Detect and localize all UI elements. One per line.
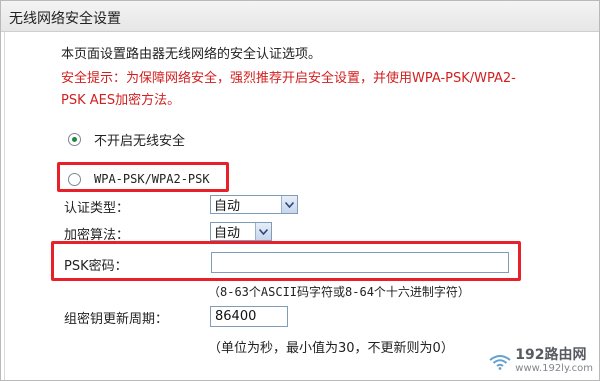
option-disable-security[interactable]: 不开启无线安全 [68, 130, 185, 149]
option-disable-security-label: 不开启无线安全 [94, 134, 186, 149]
site-watermark: 192路由网 www.192ly.com [489, 348, 593, 376]
chevron-down-icon[interactable] [255, 223, 271, 240]
wifi-icon [489, 355, 511, 370]
psk-hint: （8-63个ASCII码字符或8-64个十六进制字符） [208, 285, 470, 299]
left-divider [4, 32, 5, 380]
watermark-title: 192路由网 [515, 347, 587, 363]
encryption-select[interactable]: 自动 [210, 222, 272, 241]
chevron-down-icon[interactable] [281, 196, 297, 213]
title-bar: 无线网络安全设置 [1, 1, 599, 32]
auth-type-select[interactable]: 自动 [210, 195, 298, 214]
page-title: 无线网络安全设置 [9, 11, 121, 27]
psk-highlight [51, 241, 521, 281]
security-warning: 安全提示：为保障网络安全，强烈推荐开启安全设置，并使用WPA-PSK/WPA2-… [61, 71, 516, 108]
wpa-option-highlight [57, 162, 229, 192]
auth-type-label: 认证类型： [64, 201, 130, 216]
radio-disable-security[interactable] [68, 133, 81, 146]
rekey-period-input[interactable] [210, 306, 288, 327]
encryption-value: 自动 [214, 226, 241, 241]
intro-description: 本页面设置路由器无线网络的安全认证选项。 [61, 47, 322, 62]
rekey-period-label: 组密钥更新周期： [64, 312, 169, 327]
auth-type-value: 自动 [214, 199, 241, 214]
wireless-security-panel: 无线网络安全设置 本页面设置路由器无线网络的安全认证选项。 安全提示：为保障网络… [0, 0, 600, 381]
rekey-hint: （单位为秒，最小值为30，不更新则为0） [208, 341, 454, 356]
watermark-url: www.192ly.com [515, 363, 593, 374]
